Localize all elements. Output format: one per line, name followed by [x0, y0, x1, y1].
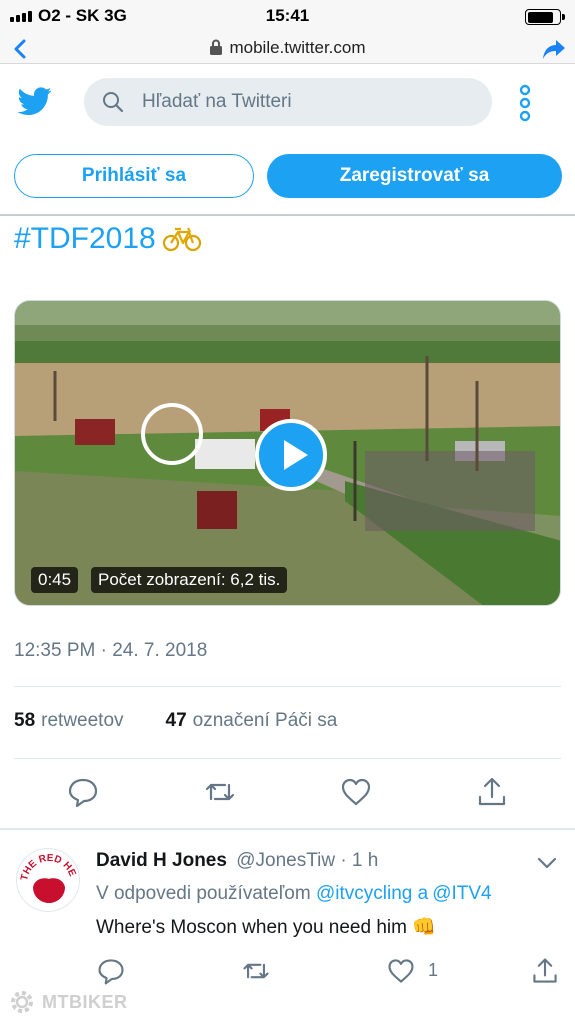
bicycle-emoji-icon — [162, 227, 201, 252]
hashtag-link[interactable]: #TDF2018 — [14, 222, 156, 256]
video-highlight-ring — [141, 403, 203, 465]
tweet-actions — [0, 775, 575, 815]
search-input[interactable]: Hľadať na Twitteri — [84, 78, 492, 126]
retweet-icon[interactable] — [203, 775, 237, 809]
likes-stat[interactable]: 47 označení Páči sa — [166, 710, 338, 732]
retweets-stat[interactable]: 58 retweetov — [14, 710, 124, 732]
status-time: 15:41 — [265, 6, 310, 25]
share-icon[interactable] — [475, 775, 509, 809]
divider — [14, 758, 561, 759]
section-separator — [0, 828, 575, 830]
watermark-text: MTBIKER — [42, 991, 128, 1012]
video-duration: 0:45 — [31, 567, 79, 593]
reply-author-handle: @JonesTiw · 1 h — [236, 850, 379, 871]
reply-actions: 1 — [0, 956, 575, 990]
reply-context: V odpovedi používateľom @itvcycling a @IT… — [96, 883, 492, 905]
status-bar: O2 - SK 3G 15:41 — [0, 0, 575, 34]
gear-icon — [11, 991, 33, 1013]
auth-buttons: Prihlásiť sa Zaregistrovať sa — [14, 154, 562, 200]
twitter-header: Hľadať na Twitteri — [0, 66, 575, 142]
video-player[interactable]: 0:45 Počet zobrazení: 6,2 tis. — [14, 300, 561, 606]
reply-author-name[interactable]: David H Jones — [96, 850, 227, 871]
lock-icon — [210, 39, 223, 55]
reply-icon[interactable] — [66, 775, 100, 809]
tweet-stats: 58 retweetov 47 označení Páči sa — [14, 710, 337, 732]
like-heart-icon[interactable] — [386, 956, 416, 986]
more-options-icon[interactable] — [518, 84, 532, 122]
retweet-icon[interactable] — [241, 956, 271, 986]
tweet-timestamp: 12:35 PM · 24. 7. 2018 — [14, 640, 208, 661]
avatar-arc-text: THE RED HE — [19, 853, 78, 882]
play-button[interactable] — [255, 419, 327, 491]
reply-icon[interactable] — [96, 956, 126, 986]
reply-body: Where's Moscon when you need him — [96, 917, 407, 938]
search-icon — [103, 92, 124, 113]
mention-itv4[interactable]: @ITV4 — [432, 883, 491, 904]
battery-icon — [525, 9, 565, 25]
watermark: MTBIKER — [8, 988, 128, 1016]
reply-prefix: V odpovedi používateľom — [96, 883, 311, 904]
twitter-bird-icon[interactable] — [16, 84, 54, 118]
search-placeholder: Hľadať na Twitteri — [142, 91, 292, 112]
retweets-label: retweetov — [41, 710, 124, 731]
tweet-hashtag-row: #TDF2018 — [14, 222, 202, 256]
fist-emoji-icon: 👊 — [412, 917, 436, 938]
mention-conjunction: a — [417, 883, 429, 904]
chevron-down-icon[interactable] — [536, 852, 558, 874]
reply-like-count: 1 — [428, 960, 439, 980]
share-icon[interactable] — [530, 956, 560, 986]
avatar-logo: THE RED HE — [19, 853, 78, 903]
login-button[interactable]: Prihlásiť sa — [14, 154, 254, 198]
likes-count: 47 — [165, 710, 187, 731]
share-arrow-icon[interactable] — [539, 35, 567, 63]
like-heart-icon[interactable] — [339, 775, 373, 809]
mention-itvcycling[interactable]: @itvcycling — [316, 883, 412, 904]
url-text: mobile.twitter.com — [229, 38, 366, 57]
divider — [14, 686, 561, 687]
header-divider — [0, 214, 575, 216]
reply-avatar[interactable]: THE RED HE — [16, 848, 80, 912]
browser-url-bar: mobile.twitter.com — [0, 34, 575, 64]
url-field[interactable]: mobile.twitter.com — [0, 38, 575, 58]
reply-header: David H Jones @JonesTiw · 1 h — [96, 850, 378, 872]
video-view-count: Počet zobrazení: 6,2 tis. — [91, 567, 288, 593]
retweets-count: 58 — [14, 710, 36, 731]
reply-text: Where's Moscon when you need him 👊 — [96, 915, 436, 939]
likes-label: označení Páči sa — [192, 710, 338, 731]
signup-button[interactable]: Zaregistrovať sa — [267, 154, 562, 198]
